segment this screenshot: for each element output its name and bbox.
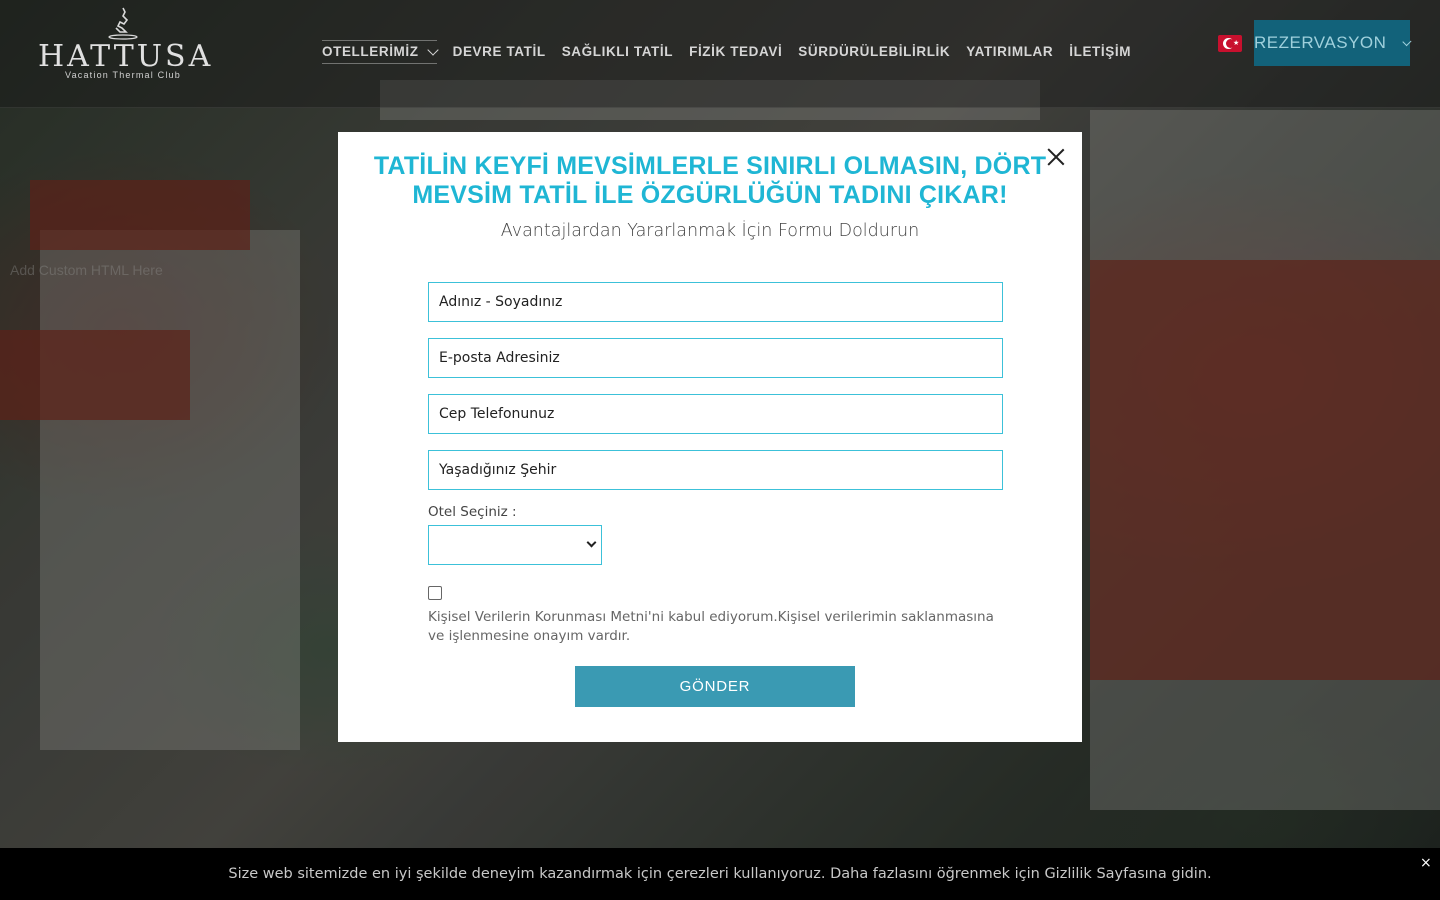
nav-item-devre-tatil[interactable]: DEVRE TATİL xyxy=(453,40,546,64)
brand-logo[interactable]: HATTUSA Vacation Thermal Club xyxy=(38,6,214,86)
consent-checkbox[interactable] xyxy=(428,586,442,600)
reservation-label: REZERVASYON xyxy=(1254,33,1387,52)
reservation-button[interactable]: REZERVASYON xyxy=(1254,20,1412,66)
nav-item-label: SAĞLIKLI TATİL xyxy=(561,44,674,59)
cookie-text: Size web sitemizde en iyi şekilde deneyi… xyxy=(228,866,1212,882)
brand-name: HATTUSA xyxy=(38,39,214,74)
nav-item-fizik-tedavi[interactable]: FİZİK TEDAVİ xyxy=(689,40,782,64)
nav-item-label: İLETİŞİM xyxy=(1069,44,1132,59)
nav-item-otellerimiz[interactable]: OTELLERİMİZ xyxy=(322,40,439,64)
consent-text: Kişisel Verilerin Korunması Metni'ni kab… xyxy=(428,609,994,644)
modal-title: TATİLİN KEYFİ MEVSİMLERLE SINIRLI OLMASI… xyxy=(373,152,1047,209)
site-header: HATTUSA Vacation Thermal Club OTELLERİMİ… xyxy=(0,0,1440,108)
nav-item-label: DEVRE TATİL xyxy=(452,44,546,59)
nav-item-surdurulebilirlik[interactable]: SÜRDÜRÜLEBİLİRLİK xyxy=(798,40,950,64)
nav-item-label: YATIRIMLAR xyxy=(966,44,1054,59)
modal-subtitle: Avantajlardan Yararlanmak İçin Formu Dol… xyxy=(500,221,920,241)
hotel-select[interactable] xyxy=(428,525,602,565)
nav-item-yatirimlar[interactable]: YATIRIMLAR xyxy=(966,40,1053,64)
turkey-flag-icon[interactable]: ★ xyxy=(1218,35,1242,52)
horse-rider-icon xyxy=(108,7,138,40)
chevron-down-icon xyxy=(586,537,597,548)
name-field[interactable] xyxy=(428,282,1003,322)
email-field[interactable] xyxy=(428,338,1003,378)
submit-button[interactable]: GÖNDER xyxy=(575,666,855,707)
city-field[interactable] xyxy=(428,450,1003,490)
submit-label: GÖNDER xyxy=(679,678,751,695)
cookie-bar: Size web sitemizde en iyi şekilde deneyi… xyxy=(0,848,1440,900)
chevron-down-icon xyxy=(1402,36,1412,46)
hotel-select-label: Otel Seçiniz : xyxy=(428,504,517,520)
nav-item-iletisim[interactable]: İLETİŞİM xyxy=(1069,40,1131,64)
phone-field[interactable] xyxy=(428,394,1003,434)
flag-star: ★ xyxy=(1233,39,1240,47)
nav-item-label: OTELLERİMİZ xyxy=(322,44,419,59)
close-icon[interactable]: × xyxy=(1420,855,1432,871)
nav-item-label: SÜRDÜRÜLEBİLİRLİK xyxy=(798,44,951,59)
nav-item-label: FİZİK TEDAVİ xyxy=(689,44,783,59)
nav-item-saglikli-tatil[interactable]: SAĞLIKLI TATİL xyxy=(562,40,673,64)
main-nav: OTELLERİMİZ DEVRE TATİL SAĞLIKLI TATİL F… xyxy=(322,40,1131,64)
chevron-down-icon xyxy=(426,44,439,56)
